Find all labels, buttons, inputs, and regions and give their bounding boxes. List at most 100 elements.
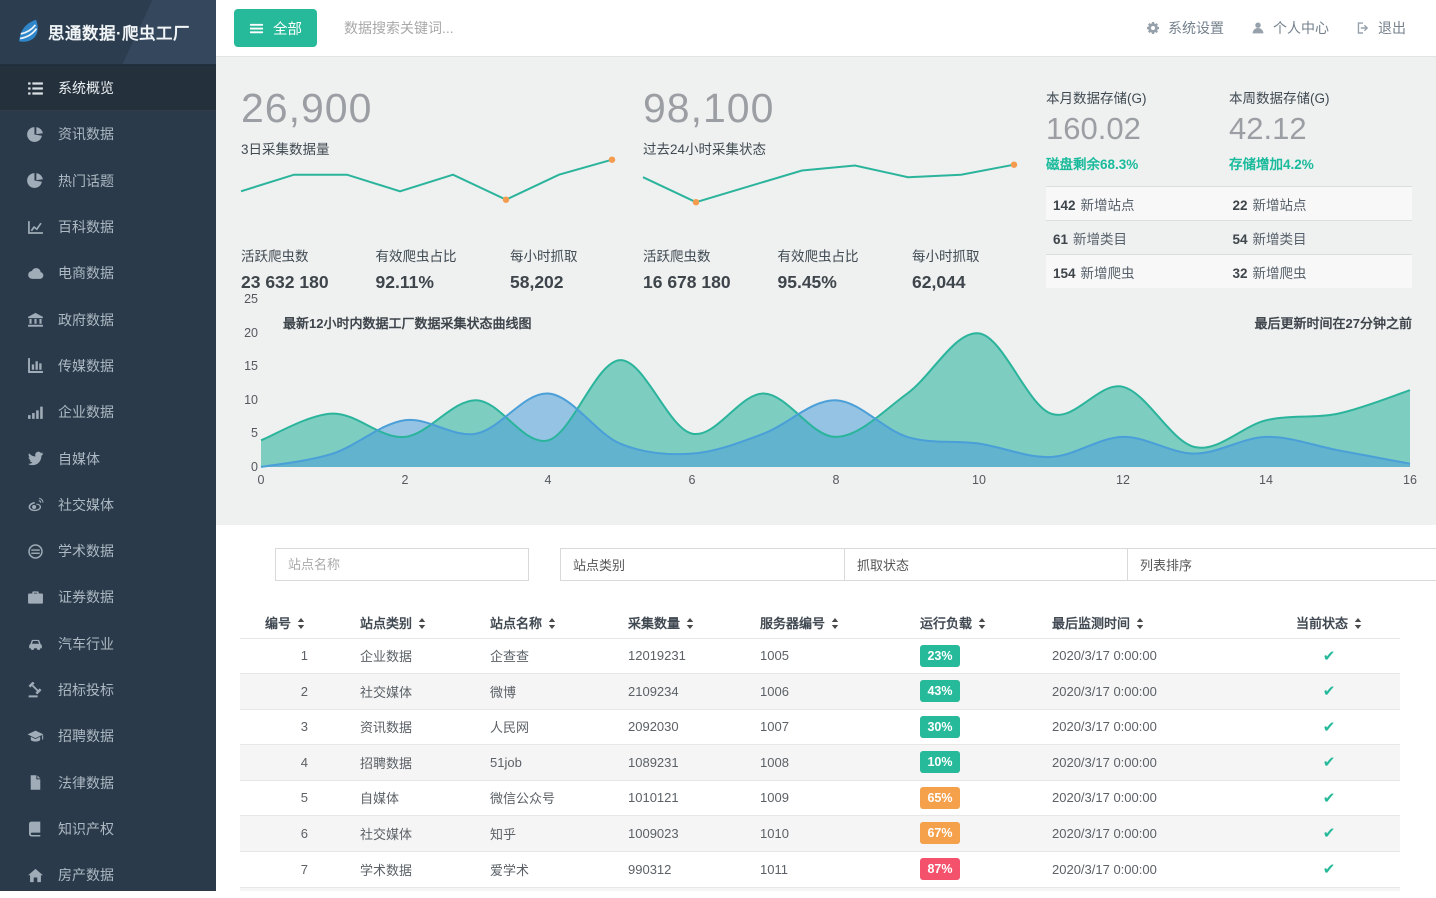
metric-label: 有效爬虫占比: [778, 245, 913, 265]
cell-count: 1009023: [603, 816, 735, 852]
sidebar-item-12[interactable]: 汽车行业: [0, 621, 216, 667]
sidebar-item-3[interactable]: 百科数据: [0, 204, 216, 250]
cell-category: 社交媒体: [335, 816, 465, 852]
sidebar-item-label: 资讯数据: [58, 124, 114, 144]
cell-load: 23%: [895, 638, 1027, 674]
sort-icon: [686, 617, 694, 628]
sidebar-item-7[interactable]: 企业数据: [0, 389, 216, 435]
cell-load: 30%: [895, 709, 1027, 745]
sidebar-item-label: 自媒体: [58, 449, 100, 469]
storage-panel: 本月数据存储(G) 160.02 磁盘剩余68.3% 本周数据存储(G) 42.…: [1046, 87, 1412, 288]
storage-row: 61新增类目 54新增类目: [1046, 220, 1412, 254]
metric-value: 95.45%: [778, 272, 913, 293]
table-row[interactable]: 6社交媒体知乎1009023101067%2020/3/17 0:00:00✔: [240, 816, 1400, 852]
load-badge: 65%: [920, 787, 960, 809]
sidebar-item-9[interactable]: 社交媒体: [0, 482, 216, 528]
x-tick: 0: [241, 473, 281, 487]
sidebar-item-label: 知识产权: [58, 819, 114, 839]
sidebar-item-label: 电商数据: [58, 263, 114, 283]
sidebar-item-10[interactable]: 学术数据: [0, 528, 216, 574]
briefcase-icon: [27, 589, 44, 606]
cell-id: 3: [240, 709, 335, 745]
load-badge: 67%: [920, 822, 960, 844]
crawl-status-select[interactable]: 抓取状态: [844, 548, 1128, 581]
column-header-6[interactable]: 最后监测时间: [1027, 608, 1258, 638]
sidebar-item-16[interactable]: 知识产权: [0, 806, 216, 852]
grad-cap-icon: [27, 728, 44, 745]
table-header-row: 编号站点类别站点名称采集数量服务器编号运行负载最后监测时间当前状态: [240, 608, 1400, 638]
column-header-3[interactable]: 采集数量: [603, 608, 735, 638]
sidebar-item-13[interactable]: 招标投标: [0, 667, 216, 713]
sort-icon: [548, 617, 556, 628]
table-row[interactable]: 4招聘数据51job1089231100810%2020/3/17 0:00:0…: [240, 745, 1400, 781]
storage-row: 154新增爬虫 32新增爬虫: [1046, 254, 1412, 288]
sidebar-item-1[interactable]: 资讯数据: [0, 111, 216, 157]
cell-site: 人民网: [465, 709, 603, 745]
sidebar-menu: 系统概览资讯数据热门话题百科数据电商数据政府数据传媒数据企业数据自媒体社交媒体学…: [0, 65, 216, 898]
load-badge: 87%: [920, 858, 960, 880]
cell-count: 1089231: [603, 745, 735, 781]
x-tick: 10: [959, 473, 999, 487]
logout-link[interactable]: 退出: [1356, 18, 1406, 38]
table-row[interactable]: 3资讯数据人民网2092030100730%2020/3/17 0:00:00✔: [240, 709, 1400, 745]
sidebar-item-overview[interactable]: 系统概览: [0, 65, 216, 111]
stat-block-24h: 98,100 过去24小时采集状态 活跃爬虫数16 678 180 有效爬虫占比…: [643, 85, 1033, 158]
cell-site: 51job: [465, 745, 603, 781]
sidebar-item-8[interactable]: 自媒体: [0, 435, 216, 481]
sidebar-item-14[interactable]: 招聘数据: [0, 713, 216, 759]
cell-category: 自媒体: [335, 780, 465, 816]
column-header-2[interactable]: 站点名称: [465, 608, 603, 638]
table-row-partial: [240, 887, 1400, 891]
check-icon: ✔: [1323, 719, 1336, 736]
sort-icon: [297, 617, 305, 628]
sort-icon: [1354, 617, 1362, 628]
y-tick: 0: [226, 460, 258, 474]
table-row[interactable]: 7学术数据爱学术990312101187%2020/3/17 0:00:00✔: [240, 851, 1400, 887]
cell-count: 12019231: [603, 638, 735, 674]
cell-server: 1010: [735, 816, 895, 852]
metric-value: 16 678 180: [643, 272, 778, 293]
topnav-links: 系统设置 个人中心 退出: [1146, 18, 1422, 38]
column-header-4[interactable]: 服务器编号: [735, 608, 895, 638]
x-tick: 8: [816, 473, 856, 487]
cell-time: 2020/3/17 0:00:00: [1027, 780, 1258, 816]
sidebar-item-label: 热门话题: [58, 171, 114, 191]
sidebar-item-label: 系统概览: [58, 78, 114, 98]
x-tick: 2: [385, 473, 425, 487]
load-badge: 43%: [920, 680, 960, 702]
x-tick: 12: [1103, 473, 1143, 487]
sidebar-item-2[interactable]: 热门话题: [0, 158, 216, 204]
site-name-filter-input[interactable]: [275, 548, 529, 581]
load-badge: 10%: [920, 751, 960, 773]
storage-rows: 142新增站点 22新增站点 61新增类目 54新增类目 154新增爬虫 32新…: [1046, 186, 1412, 288]
sidebar-item-5[interactable]: 政府数据: [0, 296, 216, 342]
search-input[interactable]: [342, 19, 1146, 37]
table-row[interactable]: 1企业数据企查查12019231100523%2020/3/17 0:00:00…: [240, 638, 1400, 674]
car-icon: [27, 635, 44, 652]
column-header-0[interactable]: 编号: [240, 608, 335, 638]
sort-icon: [1136, 617, 1144, 628]
sort-icon: [978, 617, 986, 628]
logo-icon: [13, 18, 40, 47]
site-category-select[interactable]: 站点类别: [560, 548, 845, 581]
list-sort-select[interactable]: 列表排序: [1127, 548, 1436, 581]
column-header-5[interactable]: 运行负载: [895, 608, 1027, 638]
cell-status: ✔: [1258, 816, 1400, 852]
table-row[interactable]: 2社交媒体微博2109234100643%2020/3/17 0:00:00✔: [240, 674, 1400, 710]
bar-chart-icon: [27, 357, 44, 374]
column-header-1[interactable]: 站点类别: [335, 608, 465, 638]
sidebar-item-4[interactable]: 电商数据: [0, 250, 216, 296]
sidebar-item-17[interactable]: 房产数据: [0, 852, 216, 898]
column-header-7[interactable]: 当前状态: [1258, 608, 1400, 638]
check-icon: ✔: [1323, 861, 1336, 878]
storage-week: 本周数据存储(G) 42.12 存储增加4.2%: [1229, 87, 1412, 173]
cell-id: 6: [240, 816, 335, 852]
settings-link[interactable]: 系统设置: [1146, 18, 1224, 38]
sidebar-item-6[interactable]: 传媒数据: [0, 343, 216, 389]
table-row[interactable]: 5自媒体微信公众号1010121100965%2020/3/17 0:00:00…: [240, 780, 1400, 816]
sidebar-item-15[interactable]: 法律数据: [0, 759, 216, 805]
metric-value: 58,202: [510, 272, 645, 293]
sidebar-item-11[interactable]: 证券数据: [0, 574, 216, 620]
all-categories-button[interactable]: 全部: [234, 9, 317, 47]
profile-link[interactable]: 个人中心: [1251, 18, 1329, 38]
